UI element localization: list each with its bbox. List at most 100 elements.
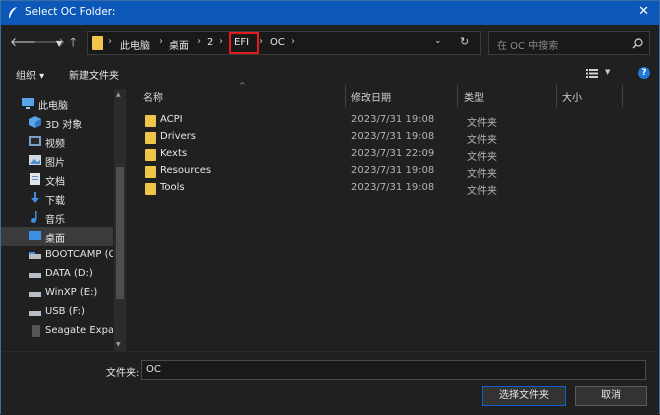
desktop-icon <box>29 231 41 240</box>
music-icon <box>31 211 37 223</box>
breadcrumb-separator-icon: › <box>108 36 112 47</box>
folder-name-input[interactable]: OC <box>141 360 646 380</box>
file-row[interactable]: Drivers 2023/7/31 19:08 文件夹 <box>129 129 659 146</box>
breadcrumb-separator-icon: › <box>291 36 295 47</box>
folder-icon <box>145 166 156 178</box>
sort-ascending-icon: ^ <box>239 81 246 90</box>
address-bar[interactable]: › 此电脑 › 桌面 › 2 › EFI › OC › ⌄ ↻ <box>87 31 481 55</box>
column-header-size[interactable]: 大小 <box>562 89 582 104</box>
cancel-button[interactable]: 取消 <box>575 386 647 406</box>
sidebar-item-label: 此电脑 <box>38 101 68 112</box>
file-row[interactable]: Kexts 2023/7/31 22:09 文件夹 <box>129 146 659 163</box>
sidebar-item-music[interactable]: 音乐 <box>1 208 113 227</box>
scroll-up-arrow-icon[interactable]: ▲ <box>116 91 121 98</box>
file-name: Drivers <box>160 131 196 142</box>
file-type: 文件夹 <box>467 169 497 180</box>
computer-icon <box>22 98 34 109</box>
sidebar-item-data-drive[interactable]: DATA (D:) <box>1 265 113 284</box>
breadcrumb-separator-icon: › <box>259 36 263 47</box>
file-type: 文件夹 <box>467 118 497 129</box>
organize-menu-button[interactable]: 组织 ▾ <box>16 67 44 82</box>
sidebar-item-label: 图片 <box>45 158 65 169</box>
file-type: 文件夹 <box>467 186 497 197</box>
new-folder-button[interactable]: 新建文件夹 <box>69 67 119 82</box>
folder-icon <box>145 149 156 161</box>
recent-locations-chevron-icon[interactable]: ▼ <box>56 37 62 51</box>
breadcrumb-separator-icon: › <box>159 36 163 47</box>
usb-drive-icon <box>29 311 41 316</box>
refresh-icon[interactable]: ↻ <box>460 35 469 48</box>
column-header-modified[interactable]: 修改日期 <box>351 89 391 104</box>
help-icon[interactable]: ? <box>638 67 650 79</box>
sidebar-item-desktop[interactable]: 桌面 <box>1 227 113 246</box>
column-header-type[interactable]: 类型 <box>464 89 484 104</box>
file-type: 文件夹 <box>467 152 497 163</box>
breadcrumb-this-pc[interactable]: 此电脑 <box>120 37 150 52</box>
breadcrumb-oc[interactable]: OC <box>270 37 285 48</box>
window-title: Select OC Folder: <box>25 6 116 18</box>
sidebar-item-label: 下载 <box>45 196 65 207</box>
sidebar-item-downloads[interactable]: 下载 <box>1 189 113 208</box>
sidebar-scrollbar[interactable]: ▲ ▼ <box>114 89 126 351</box>
folder-icon <box>145 183 156 195</box>
title-bar: Select OC Folder: ✕ <box>1 1 659 25</box>
file-name: ACPI <box>160 114 183 125</box>
dialog-footer: 文件夹: OC 选择文件夹 取消 <box>1 351 659 415</box>
sidebar-item-label: USB (F:) <box>45 306 85 317</box>
breadcrumb-desktop[interactable]: 桌面 <box>169 37 189 52</box>
file-type: 文件夹 <box>467 135 497 146</box>
sidebar-item-seagate-drive[interactable]: Seagate Expan <box>1 322 113 341</box>
file-name: Kexts <box>160 148 188 159</box>
address-dropdown-chevron-icon[interactable]: ⌄ <box>434 36 442 46</box>
sidebar-item-label: WinXP (E:) <box>45 287 98 298</box>
breadcrumb-separator-icon: › <box>197 36 201 47</box>
file-row[interactable]: Tools 2023/7/31 19:08 文件夹 <box>129 180 659 197</box>
column-divider[interactable] <box>457 85 458 107</box>
column-divider[interactable] <box>345 85 346 107</box>
sidebar-item-videos[interactable]: 视频 <box>1 132 113 151</box>
sidebar-item-documents[interactable]: 文档 <box>1 170 113 189</box>
feather-icon <box>9 7 17 18</box>
sidebar-item-bootcamp-drive[interactable]: BOOTCAMP (C <box>1 246 113 265</box>
sidebar-item-label: Seagate Expan <box>45 325 113 336</box>
sidebar-item-usb-drive[interactable]: USB (F:) <box>1 303 113 322</box>
file-name: Tools <box>160 182 185 193</box>
folder-icon <box>92 36 103 50</box>
sidebar-item-this-pc[interactable]: 此电脑 <box>1 94 113 113</box>
sidebar-item-label: 视频 <box>45 139 65 150</box>
close-icon[interactable]: ✕ <box>638 4 649 19</box>
folder-icon <box>145 132 156 144</box>
file-list: ^ 名称 修改日期 类型 大小 ACPI 2023/7/31 19:08 文件夹… <box>129 81 659 351</box>
sidebar-item-pictures[interactable]: 图片 <box>1 151 113 170</box>
navigation-pane: 此电脑 3D 对象 视频 图片 文档 下载 音乐 桌面 BOOTCAMP (C … <box>1 89 126 351</box>
drive-icon <box>29 292 41 297</box>
column-header-name[interactable]: 名称 <box>143 89 163 104</box>
search-placeholder: 在 OC 中搜索 <box>497 41 559 52</box>
drive-icon <box>29 273 41 278</box>
view-dropdown-chevron-icon[interactable]: ▼ <box>605 68 610 76</box>
sidebar-item-label: 文档 <box>45 177 65 188</box>
breadcrumb-2[interactable]: 2 <box>207 37 213 48</box>
sidebar-item-label: 3D 对象 <box>45 120 83 131</box>
sidebar-scroll-thumb[interactable] <box>116 167 124 299</box>
select-folder-dialog: Select OC Folder: ✕ 🡐 🡒 ▼ 🡑 › 此电脑 › 桌面 ›… <box>0 0 660 415</box>
breadcrumb-efi[interactable]: EFI <box>234 37 249 48</box>
column-divider[interactable] <box>622 85 623 107</box>
sidebar-item-3d-objects[interactable]: 3D 对象 <box>1 113 113 132</box>
column-divider[interactable] <box>556 85 557 107</box>
file-row[interactable]: Resources 2023/7/31 19:08 文件夹 <box>129 163 659 180</box>
sidebar-item-label: 音乐 <box>45 215 65 226</box>
up-arrow-icon[interactable]: 🡑 <box>70 35 76 49</box>
download-icon <box>31 192 39 203</box>
search-box[interactable]: 在 OC 中搜索 <box>488 31 650 55</box>
search-icon[interactable] <box>632 38 643 49</box>
view-options-icon[interactable] <box>586 69 598 78</box>
sidebar-item-winxp-drive[interactable]: WinXP (E:) <box>1 284 113 303</box>
command-toolbar: 组织 ▾ 新建文件夹 ▼ ? <box>1 61 659 85</box>
scroll-down-arrow-icon[interactable]: ▼ <box>116 341 121 348</box>
file-row[interactable]: ACPI 2023/7/31 19:08 文件夹 <box>129 112 659 129</box>
breadcrumb-separator-icon: › <box>219 36 223 47</box>
file-modified: 2023/7/31 19:08 <box>351 165 435 176</box>
image-icon <box>29 155 41 165</box>
select-folder-button[interactable]: 选择文件夹 <box>482 386 566 406</box>
